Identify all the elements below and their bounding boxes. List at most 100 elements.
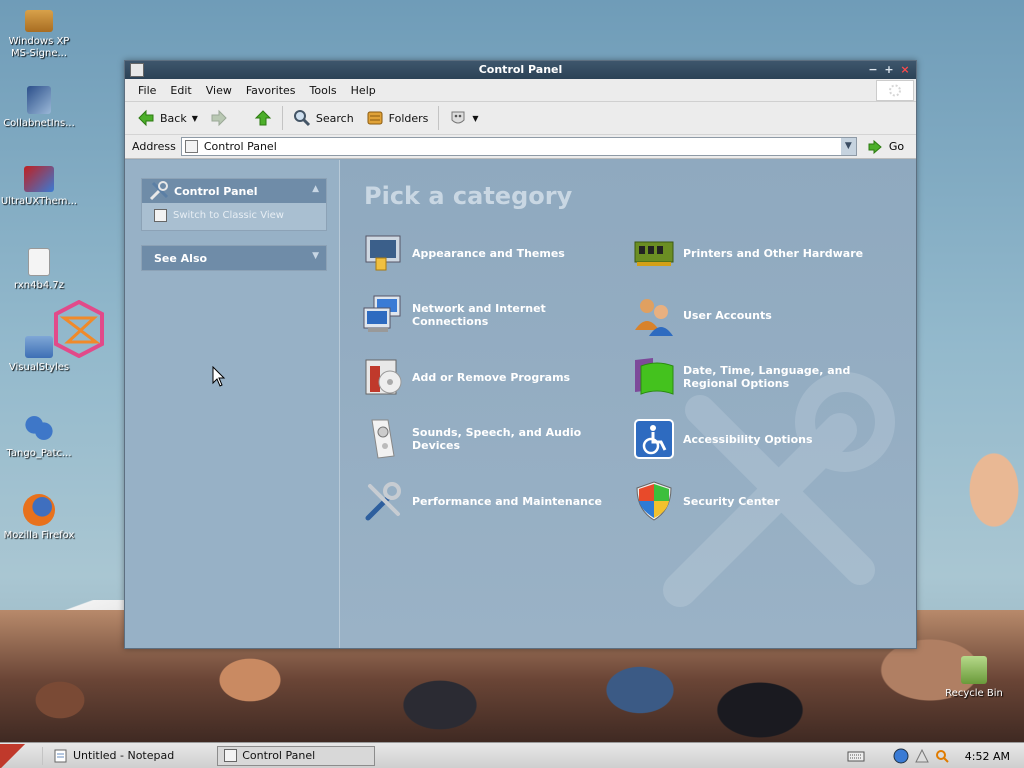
chevron-up-icon[interactable]: ▲ — [312, 184, 319, 194]
category-label: Printers and Other Hardware — [683, 246, 864, 260]
menu-file[interactable]: File — [131, 84, 163, 97]
toolbar-separator — [281, 106, 283, 130]
start-button[interactable] — [0, 743, 38, 768]
desktop-icon-collabnet[interactable]: CollabnetIns... — [0, 86, 78, 130]
go-label: Go — [888, 140, 905, 153]
accessibility-icon — [634, 419, 674, 459]
recycle-bin-icon — [961, 656, 987, 684]
minimize-button[interactable]: − — [866, 63, 880, 77]
address-dropdown-button[interactable]: ▼ — [840, 138, 856, 155]
category-appearance-themes[interactable]: Appearance and Themes — [362, 232, 622, 274]
see-also-header[interactable]: See Also ▼ — [142, 246, 326, 270]
see-also-title: See Also — [154, 251, 208, 265]
taskbar-separator — [42, 746, 43, 765]
category-label: Date, Time, Language, and Regional Optio… — [683, 364, 851, 390]
toolbar-separator — [438, 106, 440, 130]
content-area: Control Panel ▲ Switch to Classic View S… — [125, 160, 916, 648]
taskbar: Untitled - Notepad Control Panel 4:52 AM — [0, 742, 1024, 768]
forward-button[interactable] — [204, 105, 234, 131]
address-value: Control Panel — [203, 140, 277, 153]
category-add-remove-programs[interactable]: Add or Remove Programs — [362, 356, 622, 398]
monitor-icon — [24, 166, 54, 192]
up-button[interactable] — [248, 105, 278, 131]
desktop-icon-recycle-bin[interactable]: Recycle Bin — [940, 656, 1008, 700]
control-panel-box-header[interactable]: Control Panel ▲ — [142, 179, 326, 203]
warning-icon[interactable] — [914, 749, 929, 763]
package-icon — [25, 10, 53, 32]
desktop-icon-tango[interactable]: Tango_Patc... — [0, 412, 78, 460]
window-menu-icon[interactable] — [130, 63, 144, 77]
desktop-icon-label: VisualStyles — [8, 362, 70, 373]
folders-icon — [367, 111, 383, 125]
title-bar[interactable]: Control Panel − + × — [125, 61, 916, 79]
tools-icon — [149, 181, 169, 201]
category-performance-maintenance[interactable]: Performance and Maintenance — [362, 480, 622, 522]
address-bar: Address Control Panel ▼ Go — [125, 135, 916, 159]
maximize-button[interactable]: + — [882, 63, 896, 77]
address-input[interactable]: Control Panel ▼ — [180, 137, 857, 156]
desktop-icon-label: Windows XP MS-Signe... — [8, 36, 70, 59]
firefox-icon — [23, 494, 55, 526]
tools-icon — [365, 482, 401, 521]
network-status-icon[interactable] — [893, 748, 909, 764]
desktop-icon-winxp[interactable]: Windows XP MS-Signe... — [0, 6, 78, 60]
category-network-internet[interactable]: Network and Internet Connections — [362, 294, 622, 336]
panel-title: Control Panel — [174, 184, 258, 198]
go-button[interactable]: Go — [867, 139, 904, 155]
throbber — [876, 80, 914, 101]
category-label: Security Center — [683, 494, 780, 508]
switch-view-link[interactable]: Switch to Classic View — [142, 203, 326, 230]
menu-help[interactable]: Help — [344, 84, 383, 97]
desktop-icon-label: Mozilla Firefox — [3, 530, 75, 541]
desktop-icon-firefox[interactable]: Mozilla Firefox — [0, 494, 78, 542]
audio-icon — [371, 419, 395, 459]
menu-favorites[interactable]: Favorites — [239, 84, 303, 97]
category-printers-hardware[interactable]: Printers and Other Hardware — [633, 232, 893, 274]
users-icon — [635, 299, 673, 336]
regional-icon — [635, 358, 674, 395]
folders-button[interactable]: Folders — [360, 105, 435, 131]
desktop-icon-ultrauxtheme[interactable]: UltraUXThem... — [0, 166, 78, 208]
category-user-accounts[interactable]: User Accounts — [633, 294, 893, 336]
task-control-panel[interactable]: Control Panel — [217, 745, 376, 766]
task-notepad[interactable]: Untitled - Notepad — [47, 746, 181, 766]
search-label: Search — [315, 111, 354, 125]
desktop-background-hand — [934, 420, 1024, 560]
views-button[interactable]: ▼ — [443, 105, 484, 131]
clock[interactable]: 4:52 AM — [965, 750, 1010, 763]
forward-arrow-icon — [211, 109, 227, 127]
chevron-down-icon[interactable]: ▼ — [312, 251, 319, 261]
desktop-icon-label: rxn4b4.7z — [14, 280, 64, 291]
menu-tools[interactable]: Tools — [303, 84, 344, 97]
category-label: Appearance and Themes — [412, 246, 565, 260]
search-icon[interactable] — [935, 749, 949, 763]
category-sounds-speech-audio[interactable]: Sounds, Speech, and Audio Devices — [362, 418, 622, 460]
installer-icon — [27, 86, 51, 114]
category-date-time-regional[interactable]: Date, Time, Language, and Regional Optio… — [633, 356, 893, 398]
category-label: Add or Remove Programs — [412, 370, 571, 384]
control-panel-box: Control Panel ▲ Switch to Classic View — [141, 178, 327, 231]
see-also-box: See Also ▼ — [141, 245, 327, 271]
desktop-icon-label: Tango_Patc... — [6, 448, 72, 459]
task-label: Control Panel — [242, 749, 316, 762]
add-remove-programs-icon — [365, 359, 402, 395]
mouse-cursor-icon — [212, 366, 226, 387]
back-button[interactable]: Back ▼ — [131, 105, 204, 131]
keyboard-icon[interactable] — [847, 749, 865, 763]
desktop-icon-label: CollabnetIns... — [3, 118, 75, 129]
desktop-icon-rxn[interactable]: rxn4b4.7z — [0, 248, 78, 292]
chevron-down-icon[interactable]: ▼ — [472, 114, 478, 123]
close-button[interactable]: × — [898, 63, 912, 77]
search-button[interactable]: Search — [287, 105, 360, 131]
category-security-center[interactable]: Security Center — [633, 480, 893, 522]
chevron-down-icon[interactable]: ▼ — [192, 114, 198, 123]
menu-edit[interactable]: Edit — [163, 84, 198, 97]
control-panel-icon — [184, 140, 198, 153]
menu-view[interactable]: View — [199, 84, 239, 97]
zune-logo — [54, 300, 104, 358]
desktop-icon-label: Recycle Bin — [945, 688, 1003, 699]
category-label: Sounds, Speech, and Audio Devices — [412, 426, 582, 452]
category-accessibility-options[interactable]: Accessibility Options — [633, 418, 893, 460]
task-pane: Control Panel ▲ Switch to Classic View S… — [125, 160, 340, 648]
folder-icon — [25, 336, 53, 358]
